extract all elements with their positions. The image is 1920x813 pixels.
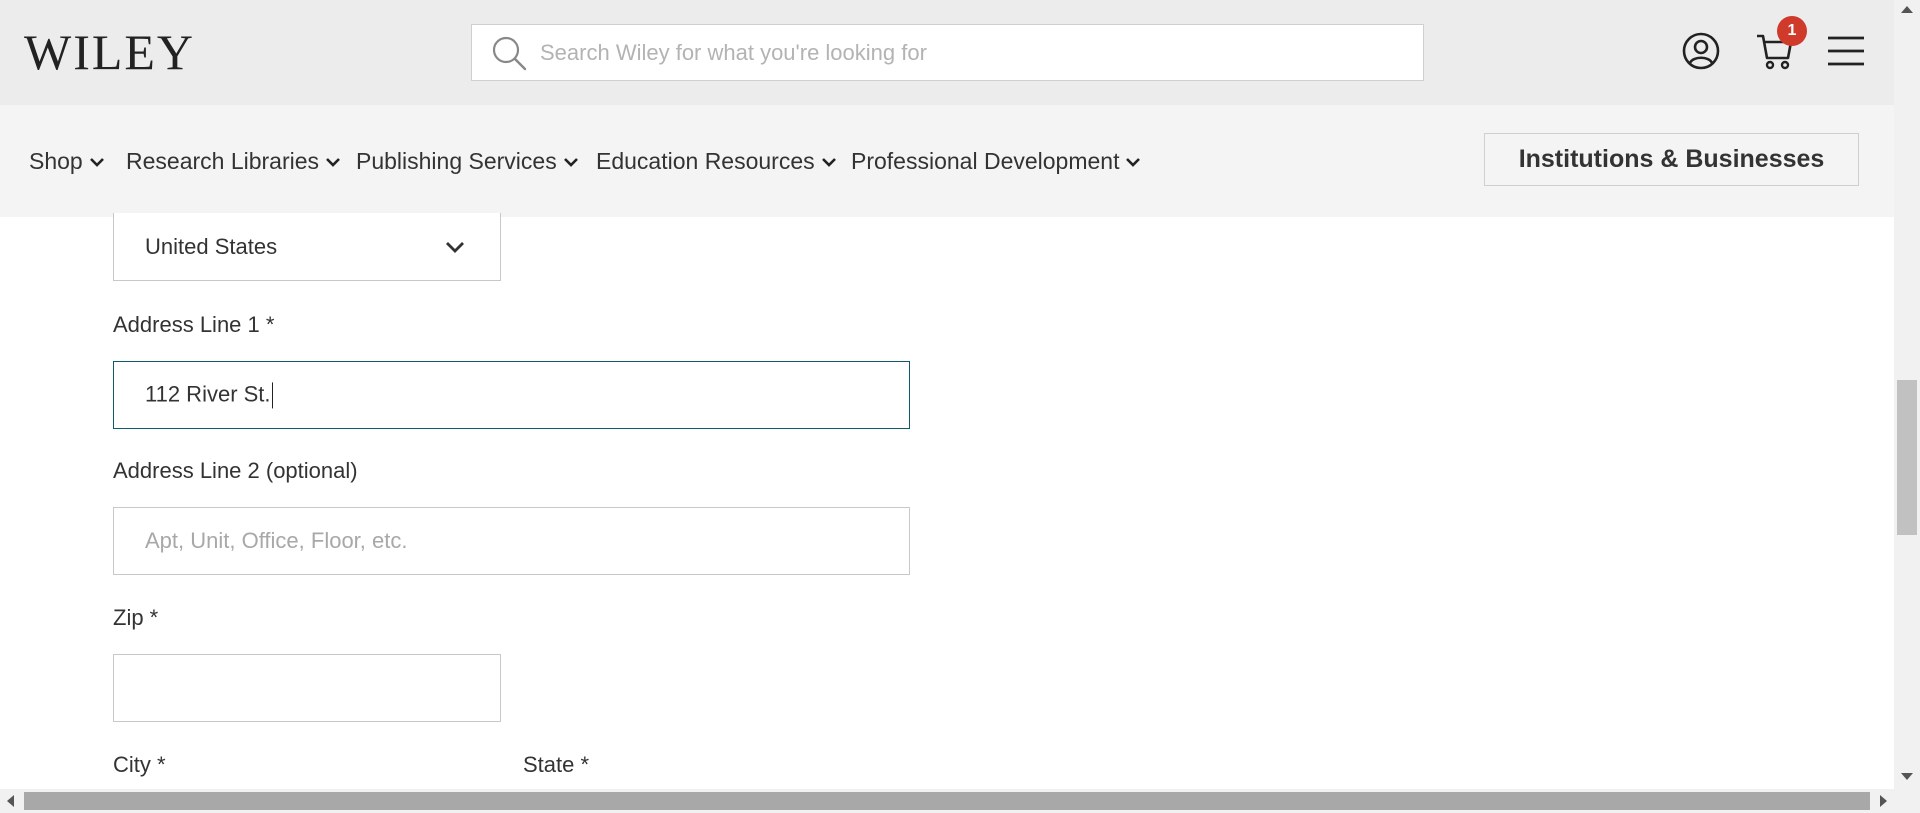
chevron-down-icon xyxy=(1126,157,1141,167)
wiley-logo[interactable]: WILEY xyxy=(24,26,195,78)
state-label: State * xyxy=(523,752,590,777)
address-line-2-field[interactable]: Apt, Unit, Office, Floor, etc. xyxy=(113,507,910,575)
menu-icon[interactable] xyxy=(1826,30,1866,72)
nav-item-research-libraries[interactable]: Research Libraries xyxy=(126,148,341,175)
zip-field[interactable] xyxy=(113,654,501,722)
horizontal-scroll-thumb[interactable] xyxy=(24,792,1870,810)
address-line-1-field[interactable]: 112 River St. xyxy=(113,361,910,429)
main-nav: Shop Research Libraries Publishing Servi… xyxy=(0,105,1894,217)
nav-item-label: Research Libraries xyxy=(126,148,320,174)
search-icon[interactable] xyxy=(490,34,528,72)
nav-item-publishing-services[interactable]: Publishing Services xyxy=(356,148,579,175)
account-icon[interactable] xyxy=(1680,30,1722,72)
chevron-down-icon xyxy=(446,241,464,253)
chevron-down-icon xyxy=(326,157,340,167)
nav-item-label: Professional Development xyxy=(851,148,1120,174)
address-line-2-label: Address Line 2 (optional) xyxy=(113,458,358,483)
search-bar[interactable] xyxy=(471,24,1424,81)
scroll-up-arrow[interactable] xyxy=(1901,6,1913,13)
text-cursor xyxy=(271,382,273,409)
chevron-down-icon xyxy=(89,157,104,167)
nav-item-education-resources[interactable]: Education Resources xyxy=(596,148,837,175)
top-header: WILEY 1 xyxy=(0,0,1894,105)
cart-count-badge: 1 xyxy=(1777,16,1807,46)
nav-item-label: Publishing Services xyxy=(356,148,557,174)
zip-label: Zip * xyxy=(113,605,159,630)
address-line-2-placeholder: Apt, Unit, Office, Floor, etc. xyxy=(145,528,408,553)
nav-item-shop[interactable]: Shop xyxy=(29,148,105,175)
scroll-left-arrow[interactable] xyxy=(7,795,14,807)
country-select[interactable]: United States xyxy=(113,213,501,281)
search-input[interactable] xyxy=(540,39,1400,66)
address-line-1-value: 112 River St. xyxy=(145,381,273,409)
nav-item-professional-development[interactable]: Professional Development xyxy=(851,148,1141,175)
address-line-1-label: Address Line 1 * xyxy=(113,312,275,337)
chevron-down-icon xyxy=(563,157,578,167)
scroll-down-arrow[interactable] xyxy=(1901,773,1913,780)
scroll-right-arrow[interactable] xyxy=(1880,795,1887,807)
chevron-down-icon xyxy=(821,157,836,167)
city-label: City * xyxy=(113,752,166,777)
nav-item-label: Education Resources xyxy=(596,148,815,174)
vertical-scroll-thumb[interactable] xyxy=(1897,380,1917,535)
country-select-value: United States xyxy=(145,233,278,259)
nav-item-label: Shop xyxy=(29,148,83,174)
institutions-businesses-button[interactable]: Institutions & Businesses xyxy=(1484,133,1859,186)
